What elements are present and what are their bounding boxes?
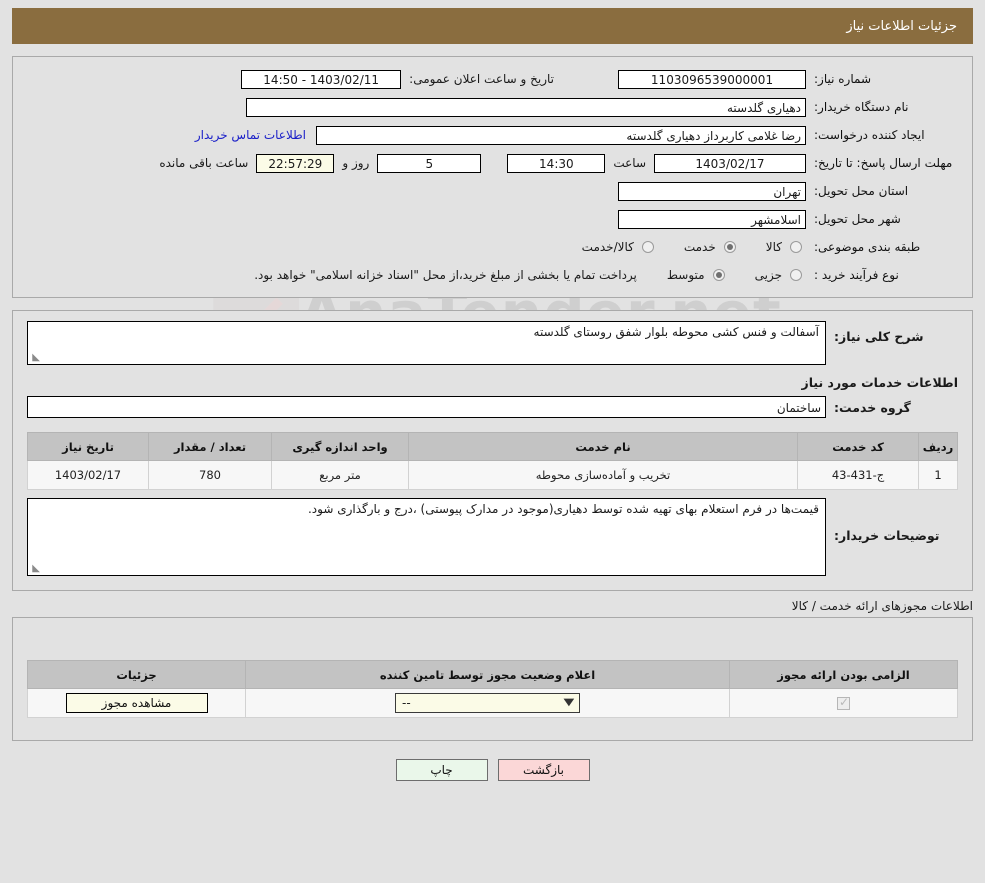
buyer-contact-link[interactable]: اطلاعات تماس خریدار	[185, 128, 316, 142]
services-table: ردیف کد خدمت نام خدمت واحد اندازه گیری ت…	[27, 432, 958, 490]
cell-quantity: 780	[148, 460, 272, 490]
classification-option-label: کالا	[765, 240, 782, 254]
buyer-org-label: نام دستگاه خریدار:	[814, 100, 909, 114]
permits-section-label: اطلاعات مجوزهای ارائه خدمت / کالا	[791, 599, 973, 613]
row-buyer-notes: توضیحات خریدار: قیمت‌ها در فرم استعلام ب…	[27, 498, 958, 576]
table-row: 1 ج-431-43 تخریب و آماده‌سازی محوطه متر …	[27, 460, 958, 490]
deadline-label: مهلت ارسال پاسخ: تا تاریخ:	[814, 156, 953, 170]
cell-code: ج-431-43	[797, 460, 919, 490]
th-radif: ردیف	[918, 432, 958, 461]
view-permit-button[interactable]: مشاهده مجوز	[65, 693, 208, 713]
page-banner: جزئیات اطلاعات نیاز	[12, 8, 973, 44]
cell-permit-details: مشاهده مجوز	[27, 688, 246, 718]
footer-actions: بازگشت چاپ	[0, 759, 985, 781]
cell-name: تخریب و آماده‌سازی محوطه	[408, 460, 798, 490]
radio-icon[interactable]	[723, 241, 736, 253]
general-desc-textarea[interactable]: آسفالت و فنس کشی محوطه بلوار شفق روستای …	[27, 321, 826, 365]
remaining-time-value: 22:57:29	[256, 153, 335, 173]
service-group-value: ساختمان	[27, 396, 826, 418]
need-number-value: 1103096539000001	[618, 69, 806, 89]
resize-grip-icon[interactable]: ◣	[30, 353, 40, 363]
process-option-label: متوسط	[666, 268, 705, 282]
announce-value: 1403/02/11 - 14:50	[241, 69, 402, 89]
row-general-desc: شرح کلی نیاز: آسفالت و فنس کشی محوطه بلو…	[27, 321, 958, 365]
radio-icon[interactable]	[712, 269, 725, 281]
general-desc-label: شرح کلی نیاز:	[834, 329, 924, 344]
classification-label: طبقه بندی موضوعی:	[814, 240, 921, 254]
buyer-notes-value: قیمت‌ها در فرم استعلام بهای تهیه شده توس…	[307, 502, 819, 516]
page-title: جزئیات اطلاعات نیاز	[846, 18, 957, 34]
remaining-days-value: 5	[377, 153, 482, 173]
requester-label: ایجاد کننده درخواست:	[814, 128, 925, 142]
province-label: استان محل تحویل:	[814, 184, 909, 198]
payment-note: پرداخت تمام یا بخشی از مبلغ خرید،از محل …	[254, 268, 637, 282]
row-classification: طبقه بندی موضوعی: کالا خدمت کالا/خدمت	[13, 233, 972, 261]
permits-table: الزامی بودن ارائه مجوز اعلام وضعیت مجوز …	[27, 660, 958, 718]
row-buyer-org: نام دستگاه خریدار: دهیاری گلدسته	[13, 93, 972, 121]
days-and-label: روز و	[342, 156, 370, 170]
classification-option-kala[interactable]: کالا	[766, 240, 806, 254]
row-province: استان محل تحویل: تهران	[13, 177, 972, 205]
general-desc-value: آسفالت و فنس کشی محوطه بلوار شفق روستای …	[533, 325, 819, 339]
row-city: شهر محل تحویل: اسلامشهر	[13, 205, 972, 233]
process-option-jozei[interactable]: جزیی	[755, 268, 806, 282]
th-code: کد خدمت	[797, 432, 919, 461]
cell-permit-required	[729, 688, 958, 718]
th-unit: واحد اندازه گیری	[271, 432, 409, 461]
process-option-label: جزیی	[754, 268, 782, 282]
city-label: شهر محل تحویل:	[814, 212, 901, 226]
classification-option-kala-khedmat[interactable]: کالا/خدمت	[582, 240, 658, 254]
permit-status-value: --	[402, 696, 411, 710]
th-quantity: تعداد / مقدار	[148, 432, 272, 461]
services-table-header-row: ردیف کد خدمت نام خدمت واحد اندازه گیری ت…	[27, 432, 958, 461]
buyer-org-value: دهیاری گلدسته	[246, 97, 806, 117]
process-option-motavaset[interactable]: متوسط	[667, 268, 729, 282]
th-permit-status: اعلام وضعیت مجوز توسط تامین کننده	[245, 660, 730, 689]
classification-option-label: کالا/خدمت	[581, 240, 634, 254]
permits-table-header-row: الزامی بودن ارائه مجوز اعلام وضعیت مجوز …	[27, 660, 958, 689]
table-row: ▼ -- مشاهده مجوز	[27, 688, 958, 718]
permit-required-checkbox	[837, 695, 850, 710]
back-button[interactable]: بازگشت	[497, 759, 590, 781]
deadline-hour-value: 14:30	[507, 153, 606, 173]
print-button[interactable]: چاپ	[395, 759, 488, 781]
classification-option-khedmat[interactable]: خدمت	[684, 240, 740, 254]
remaining-suffix-label: ساعت باقی مانده	[159, 156, 249, 170]
radio-icon[interactable]	[641, 241, 654, 253]
requester-value: رضا غلامی کاربرداز دهیاری گلدسته	[316, 125, 806, 145]
permit-status-select[interactable]: ▼ --	[395, 693, 580, 713]
announce-label: تاریخ و ساعت اعلان عمومی:	[409, 72, 554, 86]
need-number-label: شماره نیاز:	[814, 72, 871, 86]
row-deadline: مهلت ارسال پاسخ: تا تاریخ: 1403/02/17 سا…	[13, 149, 972, 177]
permits-panel: الزامی بودن ارائه مجوز اعلام وضعیت مجوز …	[12, 617, 973, 741]
row-service-group: گروه خدمت: ساختمان	[27, 396, 958, 418]
need-summary-panel: شماره نیاز: 1103096539000001 تاریخ و ساع…	[12, 56, 973, 298]
cell-unit: متر مربع	[271, 460, 409, 490]
classification-option-label: خدمت	[683, 240, 716, 254]
chevron-down-icon: ▼	[563, 697, 575, 708]
th-date: تاریخ نیاز	[27, 432, 149, 461]
province-value: تهران	[618, 181, 806, 201]
radio-icon[interactable]	[790, 269, 802, 281]
city-value: اسلامشهر	[618, 209, 806, 229]
buyer-notes-label: توضیحات خریدار:	[834, 528, 940, 543]
row-requester: ایجاد کننده درخواست: رضا غلامی کاربرداز …	[13, 121, 972, 149]
resize-grip-icon[interactable]: ◣	[30, 564, 40, 574]
th-permit-required: الزامی بودن ارائه مجوز	[729, 660, 958, 689]
buyer-notes-textarea[interactable]: قیمت‌ها در فرم استعلام بهای تهیه شده توس…	[27, 498, 826, 576]
deadline-date-value: 1403/02/17	[654, 153, 806, 173]
process-label: نوع فرآیند خرید :	[814, 268, 899, 282]
service-group-label: گروه خدمت:	[834, 399, 911, 415]
row-need-number: شماره نیاز: 1103096539000001 تاریخ و ساع…	[13, 65, 972, 93]
cell-date: 1403/02/17	[27, 460, 149, 490]
cell-permit-status: ▼ --	[245, 688, 730, 718]
row-process-type: نوع فرآیند خرید : جزیی متوسط پرداخت تمام…	[13, 261, 972, 289]
cell-radif: 1	[918, 460, 958, 490]
deadline-hour-label: ساعت	[613, 156, 646, 170]
services-section-title: اطلاعات خدمات مورد نیاز	[801, 375, 959, 390]
th-name: نام خدمت	[408, 432, 798, 461]
th-permit-details: جزئیات	[27, 660, 246, 689]
need-details-panel: شرح کلی نیاز: آسفالت و فنس کشی محوطه بلو…	[12, 310, 973, 591]
radio-icon[interactable]	[790, 241, 802, 253]
